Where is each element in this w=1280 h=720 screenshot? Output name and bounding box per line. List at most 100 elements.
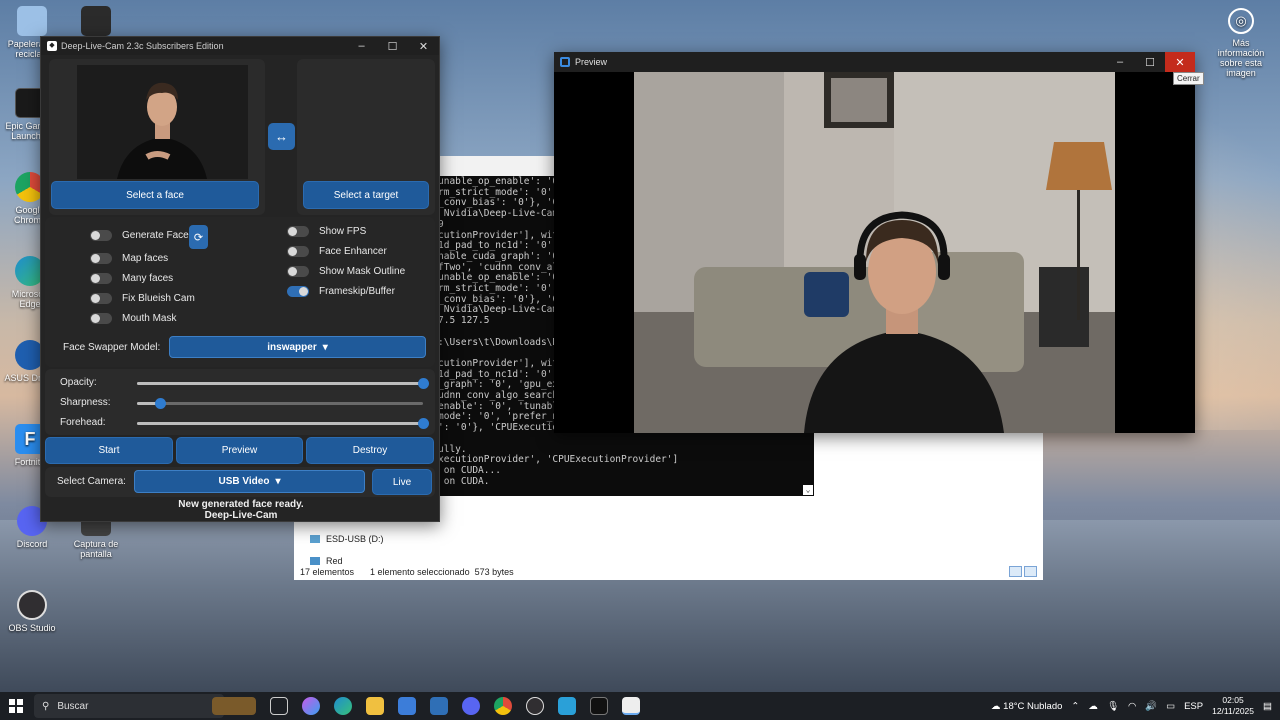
- desktop-icon-obs[interactable]: OBS Studio: [2, 590, 62, 633]
- toggle-switch[interactable]: [90, 313, 112, 324]
- forehead-slider[interactable]: [137, 418, 429, 429]
- camera-preview-frame: [634, 72, 1115, 433]
- sidebar-item-esd-usb[interactable]: ESD-USB (D:): [310, 534, 384, 544]
- scroll-down-icon[interactable]: ⌄: [803, 485, 813, 495]
- deep-live-cam-taskbar-icon[interactable]: [622, 697, 640, 715]
- select-target-button[interactable]: Select a target: [303, 181, 429, 209]
- discord-icon[interactable]: [462, 697, 480, 715]
- explorer-status-bar: 17 elementos 1 elemento seleccionado 573…: [300, 567, 514, 577]
- mail-icon[interactable]: [430, 697, 448, 715]
- search-icon: ⚲: [42, 700, 50, 712]
- toggle-face-enhancer[interactable]: Face Enhancer: [287, 246, 387, 257]
- weather-widget[interactable]: ☁ 18°C Nublado: [991, 701, 1062, 712]
- toggle-many-faces[interactable]: Many faces: [90, 273, 173, 284]
- close-tooltip: Cerrar: [1173, 72, 1204, 85]
- battery-icon[interactable]: ▭: [1166, 701, 1175, 712]
- sharpness-slider[interactable]: [137, 398, 423, 409]
- toggle-mouth-mask[interactable]: Mouth Mask: [90, 313, 176, 324]
- notification-icon[interactable]: ▤: [1263, 701, 1272, 712]
- app-titlebar[interactable]: ◆ Deep-Live-Cam 2.3c Subscribers Edition…: [41, 37, 439, 55]
- toggle-switch[interactable]: [287, 246, 309, 257]
- status-app-name: Deep-Live-Cam: [204, 510, 278, 521]
- obs-icon[interactable]: [526, 697, 544, 715]
- start-button[interactable]: [0, 699, 32, 713]
- wifi-icon[interactable]: ◠: [1128, 701, 1136, 712]
- recycle-bin-icon: [17, 6, 47, 36]
- toggle-generate-face[interactable]: Generate Face: [90, 230, 189, 241]
- image-info-button[interactable]: ◎ Más información sobre esta imagen: [1210, 8, 1272, 78]
- select-face-button[interactable]: Select a face: [51, 181, 259, 209]
- sidebar-item-network[interactable]: Red: [310, 556, 343, 566]
- toggle-switch[interactable]: [287, 266, 309, 277]
- chrome-icon[interactable]: [494, 697, 512, 715]
- app-title: Deep-Live-Cam 2.3c Subscribers Edition: [61, 41, 224, 51]
- toggle-map-faces[interactable]: Map faces: [90, 253, 168, 264]
- photo-icon: [81, 6, 111, 36]
- microphone-icon[interactable]: 🎙: [1107, 701, 1119, 712]
- minimize-icon[interactable]: –: [1105, 52, 1135, 72]
- obs-icon: [17, 590, 47, 620]
- live-button[interactable]: Live: [372, 469, 432, 495]
- search-highlight-icon[interactable]: [212, 697, 256, 715]
- camera-label: Select Camera:: [57, 476, 126, 487]
- taskbar-search[interactable]: ⚲ Buscar: [34, 694, 224, 718]
- toggle-switch[interactable]: [287, 286, 309, 297]
- destroy-button[interactable]: Destroy: [306, 437, 434, 464]
- opacity-slider[interactable]: [137, 378, 429, 389]
- swap-arrows-icon[interactable]: ↔: [268, 123, 295, 150]
- toggle-switch[interactable]: [90, 230, 112, 241]
- app-logo-icon: ◆: [47, 41, 57, 51]
- close-icon[interactable]: ✕: [408, 40, 439, 53]
- minimize-icon[interactable]: –: [346, 40, 377, 53]
- copilot-icon[interactable]: [302, 697, 320, 715]
- details-view-icon[interactable]: [1009, 566, 1022, 577]
- volume-icon[interactable]: 🔊: [1145, 701, 1157, 712]
- camera-panel: Select Camera: USB Video ▾ Live: [45, 467, 435, 497]
- view-toggle[interactable]: [1009, 566, 1037, 577]
- preview-button[interactable]: Preview: [176, 437, 303, 464]
- refresh-icon[interactable]: ⟳: [189, 225, 208, 249]
- file-explorer-icon[interactable]: [366, 697, 384, 715]
- clock[interactable]: 02:05 12/11/2025: [1212, 695, 1254, 717]
- system-tray: ☁ 18°C Nublado ⌃ ☁ 🎙 ◠ 🔊 ▭ ESP 02:05 12/…: [991, 695, 1280, 717]
- terminal-icon[interactable]: [590, 697, 608, 715]
- forehead-label: Forehead:: [60, 417, 106, 428]
- desktop-icon-photo[interactable]: [66, 6, 126, 39]
- task-view-icon[interactable]: [270, 697, 288, 715]
- model-select[interactable]: inswapper ▾: [169, 336, 426, 358]
- slider-knob[interactable]: [418, 378, 429, 389]
- usb-drive-icon: [310, 535, 320, 543]
- model-label: Face Swapper Model:: [63, 342, 161, 353]
- target-panel: Select a target: [297, 59, 435, 215]
- camera-info-icon: ◎: [1228, 8, 1254, 34]
- chevron-up-icon[interactable]: ⌃: [1071, 701, 1079, 712]
- windows-icon: [9, 699, 23, 713]
- network-icon: [310, 557, 320, 565]
- store-icon[interactable]: [398, 697, 416, 715]
- edge-icon[interactable]: [334, 697, 352, 715]
- preview-titlebar[interactable]: Preview – ☐ ✕: [554, 52, 1195, 72]
- maximize-icon[interactable]: ☐: [377, 40, 408, 53]
- taskbar: ⚲ Buscar ☁ 18°C Nublado ⌃ ☁ 🎙 ◠ 🔊 ▭ ESP …: [0, 692, 1280, 720]
- toggle-show-mask-outline[interactable]: Show Mask Outline: [287, 266, 405, 277]
- language-indicator[interactable]: ESP: [1184, 701, 1203, 712]
- toggle-show-fps[interactable]: Show FPS: [287, 226, 366, 237]
- toggle-switch[interactable]: [90, 253, 112, 264]
- toggle-fix-blueish-cam[interactable]: Fix Blueish Cam: [90, 293, 195, 304]
- start-button[interactable]: Start: [45, 437, 173, 464]
- source-face-image[interactable]: [77, 65, 248, 179]
- photos-icon[interactable]: [558, 697, 576, 715]
- slider-knob[interactable]: [154, 398, 166, 409]
- cloud-icon[interactable]: ☁: [1088, 701, 1098, 712]
- status-message: New generated face ready.: [178, 499, 304, 510]
- close-icon[interactable]: ✕: [1165, 52, 1195, 72]
- maximize-icon[interactable]: ☐: [1135, 52, 1165, 72]
- toggle-switch[interactable]: [287, 226, 309, 237]
- camera-select[interactable]: USB Video ▾: [134, 470, 365, 493]
- tiles-view-icon[interactable]: [1024, 566, 1037, 577]
- toggle-frameskip-buffer[interactable]: Frameskip/Buffer: [287, 286, 395, 297]
- toggle-switch[interactable]: [90, 293, 112, 304]
- preview-window: Preview – ☐ ✕: [554, 52, 1195, 433]
- slider-knob[interactable]: [418, 418, 429, 429]
- toggle-switch[interactable]: [90, 273, 112, 284]
